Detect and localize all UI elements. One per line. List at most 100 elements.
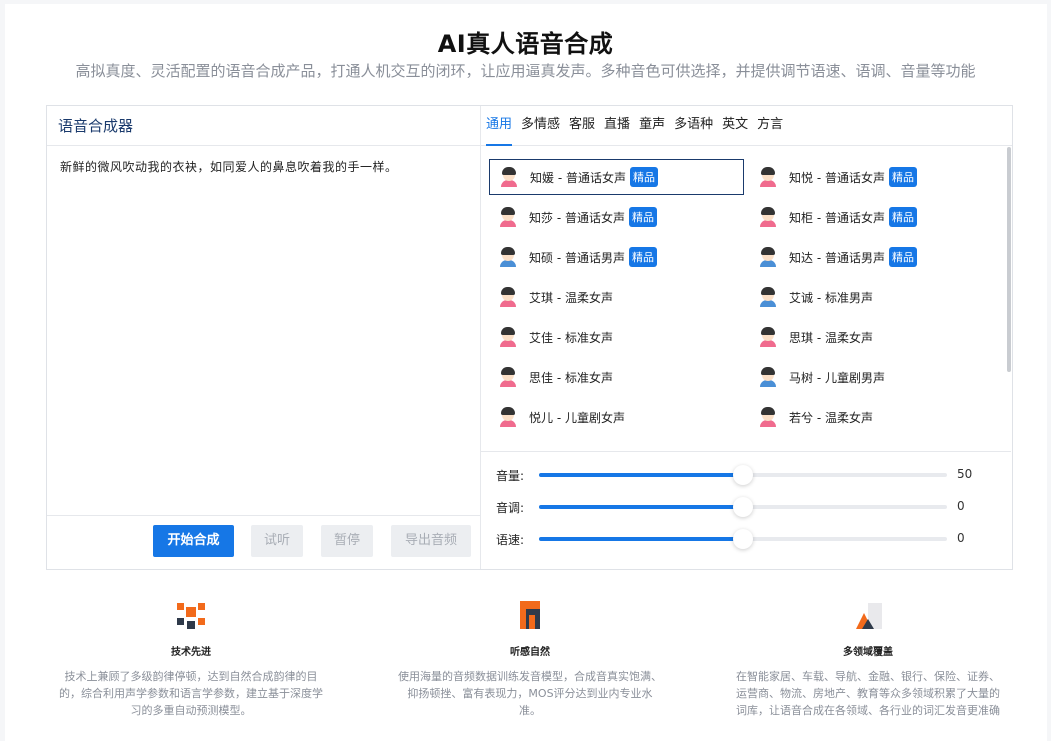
tab-0[interactable]: 通用: [486, 106, 513, 146]
tab-3[interactable]: 直播: [604, 106, 630, 146]
voice-option[interactable]: 知柜 - 普通话女声 精品: [749, 199, 1004, 235]
synthesizer-panel: 语音合成器 新鲜的微风吹动我的衣袂，如同爱人的鼻息吹着我的手一样。 开始合成 试…: [46, 105, 1013, 570]
natural-sound-icon: [512, 597, 548, 633]
tab-1[interactable]: 多情感: [521, 106, 560, 146]
feature-desc: 使用海量的音频数据训练发音模型，合成音真实饱满、 抑扬顿挫、富有表现力，MOS评…: [398, 670, 662, 717]
feature-title: 听感自然: [510, 647, 550, 658]
voice-category-tabs: 通用 多情感 客服 直播 童声 多语种 英文 方言: [481, 106, 1012, 146]
voice-name: 艾琪 - 温柔女声: [529, 290, 613, 305]
voice-option[interactable]: 艾琪 - 温柔女声: [489, 279, 744, 315]
slider-label: 语速:: [496, 533, 525, 547]
slider-track[interactable]: [539, 497, 947, 517]
voice-option[interactable]: 知达 - 普通话男声 精品: [749, 239, 1004, 275]
voice-name: 知媛 - 普通话女声: [530, 170, 626, 185]
female-avatar-icon: [759, 407, 777, 427]
female-avatar-icon: [499, 367, 517, 387]
premium-badge: 精品: [628, 207, 657, 227]
voice-name: 艾佳 - 标准女声: [529, 330, 613, 345]
voice-option[interactable]: 思琪 - 温柔女声: [749, 319, 1004, 355]
start-synthesis-button[interactable]: 开始合成: [153, 525, 234, 557]
voice-name: 知达 - 普通话男声: [789, 250, 885, 265]
listen-button[interactable]: 试听: [251, 525, 303, 557]
page-title: AI真人语音合成: [437, 30, 614, 58]
slider-row: 语速: 0: [481, 528, 1011, 549]
male-avatar-icon: [759, 287, 777, 307]
slider-fill: [539, 537, 743, 541]
feature-desc: 在智能家居、车载、导航、金融、银行、保险、证券、 运营商、物流、房地产、教育等众…: [736, 670, 1000, 717]
male-avatar-icon: [499, 247, 517, 267]
slider-value: 0: [957, 531, 965, 545]
text-input[interactable]: 新鲜的微风吹动我的衣袂，如同爱人的鼻息吹着我的手一样。: [60, 158, 470, 175]
female-avatar-icon: [759, 327, 777, 347]
voice-option[interactable]: 思佳 - 标准女声: [489, 359, 744, 395]
voice-option[interactable]: 知硕 - 普通话男声 精品: [489, 239, 744, 275]
voice-option[interactable]: 知莎 - 普通话女声 精品: [489, 199, 744, 235]
slider-row: 音量: 50: [481, 464, 1011, 485]
voice-name: 思琪 - 温柔女声: [789, 330, 873, 345]
slider-track[interactable]: [539, 465, 947, 485]
premium-badge: 精品: [628, 247, 657, 267]
voice-pane: 通用 多情感 客服 直播 童声 多语种 英文 方言 知媛 - 普通话女声 精品 知悦 - 普通话女…: [481, 106, 1012, 569]
voice-list: 知媛 - 普通话女声 精品 知悦 - 普通话女声 精品 知莎 - 普通话女声 精品 知柜 -…: [481, 147, 1011, 452]
voice-option[interactable]: 若兮 - 温柔女声: [749, 399, 1004, 435]
voice-name: 悦儿 - 儿童剧女声: [529, 410, 625, 425]
slider-label: 音量:: [496, 469, 525, 483]
editor-title: 语音合成器: [47, 106, 480, 146]
female-avatar-icon: [499, 327, 517, 347]
tab-2[interactable]: 客服: [569, 106, 595, 146]
voice-name: 若兮 - 温柔女声: [789, 410, 873, 425]
female-avatar-icon: [499, 207, 517, 227]
feature-title: 技术先进: [171, 647, 211, 658]
editor-pane: 语音合成器 新鲜的微风吹动我的衣袂，如同爱人的鼻息吹着我的手一样。 开始合成 试…: [47, 106, 481, 569]
slider-fill: [539, 505, 743, 509]
slider-label: 音调:: [496, 501, 525, 515]
voice-option[interactable]: 艾诚 - 标准男声: [749, 279, 1004, 315]
female-avatar-icon: [499, 287, 517, 307]
female-avatar-icon: [759, 207, 777, 227]
editor-toolbar: 开始合成 试听 暂停 导出音频: [47, 515, 480, 569]
tab-7[interactable]: 方言: [757, 106, 783, 146]
slider-row: 音调: 0: [481, 496, 1011, 517]
voice-option[interactable]: 马树 - 儿童剧男声: [749, 359, 1004, 395]
female-avatar-icon: [499, 407, 517, 427]
voice-list-scrollbar[interactable]: [1007, 147, 1011, 372]
slider-handle[interactable]: [733, 497, 753, 517]
slider-handle[interactable]: [733, 465, 753, 485]
voice-option[interactable]: 知悦 - 普通话女声 精品: [749, 159, 1004, 195]
slider-fill: [539, 473, 743, 477]
tab-4[interactable]: 童声: [639, 106, 665, 146]
premium-badge: 精品: [629, 167, 658, 187]
slider-value: 50: [957, 467, 973, 481]
tab-5[interactable]: 多语种: [674, 106, 713, 146]
feature-natural-sound: 听感自然 使用海量的音频数据训练发音模型，合成音真实饱满、 抑扬顿挫、富有表现力…: [385, 597, 675, 719]
voice-option[interactable]: 知媛 - 普通话女声 精品: [489, 159, 744, 195]
voice-option[interactable]: 悦儿 - 儿童剧女声: [489, 399, 744, 435]
voice-name: 艾诚 - 标准男声: [789, 290, 873, 305]
slider-value: 0: [957, 499, 965, 513]
export-audio-button[interactable]: 导出音频: [391, 525, 471, 557]
tech-icon: [173, 597, 209, 633]
voice-name: 知柜 - 普通话女声: [789, 210, 885, 225]
tab-6[interactable]: 英文: [722, 106, 748, 146]
pause-button[interactable]: 暂停: [321, 525, 373, 557]
male-avatar-icon: [759, 247, 777, 267]
feature-advanced-tech: 技术先进 技术上兼顾了多级韵律停顿，达到自然合成韵律的目 的，综合利用声学参数和…: [46, 597, 336, 719]
feature-title: 多领域覆盖: [843, 647, 893, 658]
male-avatar-icon: [759, 367, 777, 387]
multi-domain-icon: [850, 597, 886, 633]
voice-name: 知硕 - 普通话男声: [529, 250, 625, 265]
feature-desc: 技术上兼顾了多级韵律停顿，达到自然合成韵律的目 的，综合利用声学参数和语言学参数…: [59, 670, 323, 717]
page-subtitle: 高拟真度、灵活配置的语音合成产品，打通人机交互的闭环，让应用逼真发声。多种音色可…: [75, 62, 976, 80]
voice-name: 知莎 - 普通话女声: [529, 210, 625, 225]
voice-name: 思佳 - 标准女声: [529, 370, 613, 385]
female-avatar-icon: [500, 167, 518, 187]
slider-track[interactable]: [539, 529, 947, 549]
slider-handle[interactable]: [733, 529, 753, 549]
feature-multi-domain: 多领域覆盖 在智能家居、车载、导航、金融、银行、保险、证券、 运营商、物流、房地…: [722, 597, 1014, 719]
premium-badge: 精品: [888, 167, 917, 187]
voice-name: 马树 - 儿童剧男声: [789, 370, 885, 385]
premium-badge: 精品: [888, 247, 917, 267]
premium-badge: 精品: [888, 207, 917, 227]
voice-option[interactable]: 艾佳 - 标准女声: [489, 319, 744, 355]
voice-name: 知悦 - 普通话女声: [789, 170, 885, 185]
